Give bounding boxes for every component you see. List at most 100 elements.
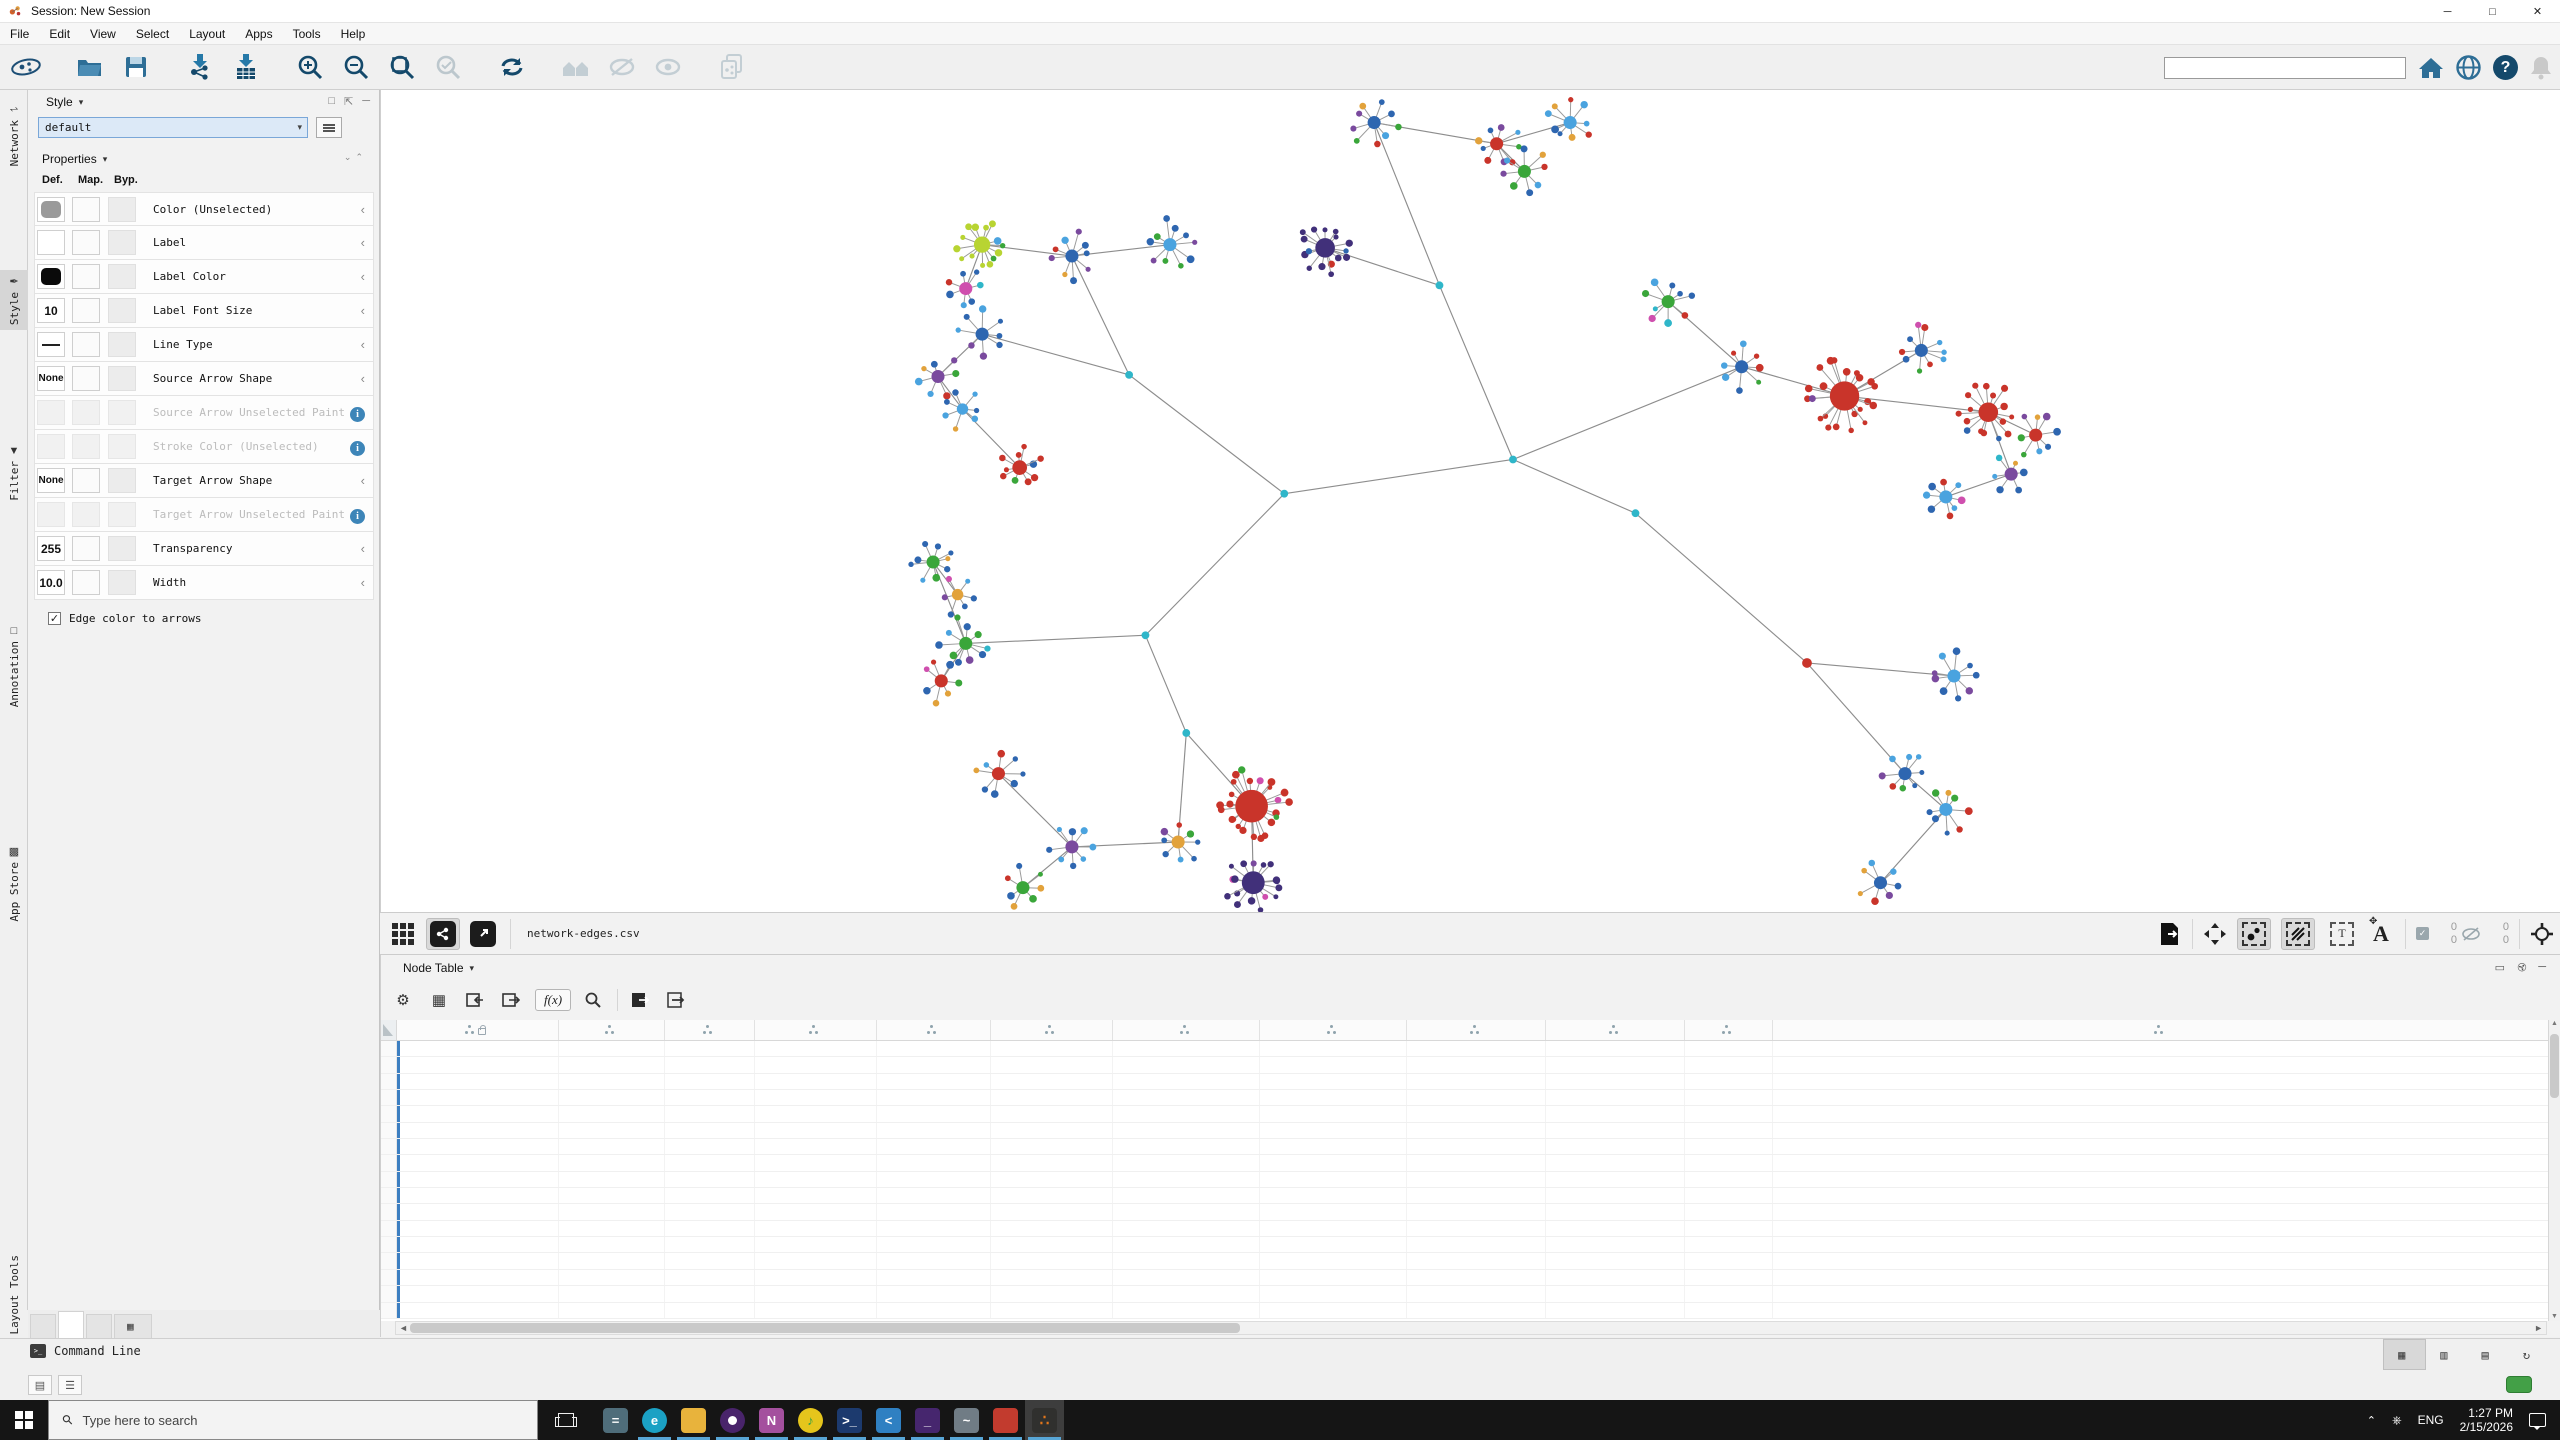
table-cell[interactable] bbox=[877, 1302, 991, 1318]
menu-apps[interactable]: Apps bbox=[235, 23, 282, 45]
table-horizontal-scrollbar[interactable]: ◄ ► bbox=[395, 1321, 2547, 1335]
table-pin-icon[interactable]: ✇ bbox=[2514, 960, 2530, 975]
table-cell[interactable] bbox=[1113, 1073, 1260, 1090]
mapping-cell[interactable] bbox=[72, 400, 100, 425]
table-cell[interactable] bbox=[1407, 1220, 1546, 1237]
task-view-button[interactable] bbox=[546, 1400, 586, 1440]
table-cell[interactable] bbox=[397, 1237, 559, 1253]
table-cell[interactable] bbox=[1773, 1302, 2549, 1318]
minimize-button[interactable]: ─ bbox=[2425, 0, 2470, 23]
table-cell[interactable] bbox=[1407, 1204, 1546, 1220]
table-cell[interactable] bbox=[1773, 1106, 2549, 1122]
table-cell[interactable] bbox=[877, 1041, 991, 1057]
table-cell[interactable] bbox=[1260, 1057, 1407, 1073]
mapping-cell[interactable] bbox=[72, 230, 100, 255]
table-cell[interactable] bbox=[559, 1090, 665, 1106]
taskbar-app-edge-browser[interactable]: e bbox=[635, 1400, 674, 1440]
table-cell[interactable] bbox=[665, 1106, 755, 1122]
sidebar-tab-style[interactable]: ✒ Style bbox=[0, 270, 28, 331]
table-row[interactable] bbox=[381, 1106, 2549, 1123]
style-property-row[interactable]: Source Arrow Unselected Paint i bbox=[34, 396, 374, 430]
table-title-caret-icon[interactable]: ▾ bbox=[470, 963, 475, 974]
table-cell[interactable] bbox=[665, 1155, 755, 1171]
table-cell[interactable] bbox=[1685, 1073, 1773, 1090]
mapping-cell[interactable] bbox=[72, 332, 100, 357]
cytoscape-logo-icon[interactable] bbox=[6, 49, 46, 85]
table-cell[interactable] bbox=[1685, 1237, 1773, 1253]
table-cell[interactable] bbox=[1407, 1073, 1546, 1090]
table-cell[interactable] bbox=[755, 1057, 877, 1073]
row-handle[interactable] bbox=[381, 1204, 397, 1220]
table-row[interactable] bbox=[381, 1122, 2549, 1140]
default-cell[interactable] bbox=[37, 502, 65, 527]
table-cell[interactable] bbox=[755, 1122, 877, 1139]
table-cell[interactable] bbox=[665, 1253, 755, 1269]
sidebar-tab-app-store[interactable]: ▩ App Store bbox=[0, 840, 28, 927]
table-cell[interactable] bbox=[1685, 1155, 1773, 1171]
zoom-out-icon[interactable] bbox=[336, 49, 376, 85]
sidebar-tab-network[interactable]: ⥋ Network bbox=[0, 98, 28, 171]
row-handle[interactable] bbox=[381, 1057, 397, 1073]
table-cell[interactable] bbox=[991, 1057, 1113, 1073]
panel-tab-edge[interactable] bbox=[58, 1311, 84, 1338]
bypass-cell[interactable] bbox=[108, 434, 136, 459]
table-row[interactable] bbox=[381, 1155, 2549, 1172]
table-cell[interactable] bbox=[1260, 1204, 1407, 1220]
table-cell[interactable] bbox=[1546, 1090, 1685, 1106]
column-header-color[interactable] bbox=[665, 1020, 755, 1040]
table-cell[interactable] bbox=[991, 1122, 1113, 1139]
table-cell[interactable] bbox=[1685, 1090, 1773, 1106]
info-icon[interactable]: i bbox=[350, 407, 365, 422]
table-cell[interactable] bbox=[1113, 1220, 1260, 1237]
table-cell[interactable] bbox=[1546, 1139, 1685, 1155]
table-cell[interactable] bbox=[1685, 1286, 1773, 1302]
table-cell[interactable] bbox=[559, 1237, 665, 1253]
taskbar-app-terminal[interactable]: _ bbox=[908, 1400, 947, 1440]
taskbar-app-system-monitor[interactable]: ~ bbox=[947, 1400, 986, 1440]
label-tool-icon[interactable]: A ✥ bbox=[2369, 916, 2395, 949]
table-cell[interactable] bbox=[1773, 1269, 2549, 1286]
select-annotations-icon[interactable]: T bbox=[2325, 918, 2359, 950]
mapping-cell[interactable] bbox=[72, 468, 100, 493]
style-property-row[interactable]: Label Color ‹ bbox=[34, 260, 374, 294]
command-line-tab[interactable]: >_ Command Line bbox=[30, 1344, 141, 1358]
table-cell[interactable] bbox=[991, 1155, 1113, 1171]
table-row[interactable] bbox=[381, 1090, 2549, 1107]
style-selector-dropdown[interactable]: default ▾ bbox=[38, 117, 308, 138]
export-network-icon[interactable] bbox=[2158, 922, 2182, 946]
chevron-left-icon[interactable]: ‹ bbox=[361, 541, 365, 556]
settings-icon[interactable]: ⚙ bbox=[389, 987, 417, 1013]
bypass-cell[interactable] bbox=[108, 332, 136, 357]
column-header-genus[interactable] bbox=[1407, 1020, 1546, 1040]
menu-view[interactable]: View bbox=[80, 23, 126, 45]
table-cell[interactable] bbox=[1113, 1302, 1260, 1318]
table-cell[interactable] bbox=[755, 1253, 877, 1269]
south-tab-edge-table[interactable]: ▥ bbox=[2426, 1339, 2467, 1370]
table-cell[interactable] bbox=[397, 1041, 559, 1057]
column-header-shared-name[interactable] bbox=[397, 1020, 559, 1040]
table-cell[interactable] bbox=[1546, 1220, 1685, 1237]
help-icon[interactable]: ? bbox=[2493, 55, 2518, 80]
table-cell[interactable] bbox=[1685, 1204, 1773, 1220]
south-tab-node-table[interactable]: ▦ bbox=[2383, 1339, 2427, 1370]
home-icon[interactable] bbox=[2418, 56, 2444, 80]
default-cell[interactable] bbox=[37, 264, 65, 289]
table-cell[interactable] bbox=[559, 1286, 665, 1302]
save-session-icon[interactable] bbox=[116, 49, 156, 85]
table-cell[interactable] bbox=[991, 1090, 1113, 1106]
style-options-button[interactable] bbox=[316, 117, 342, 138]
row-handle[interactable] bbox=[381, 1073, 397, 1090]
row-handle[interactable] bbox=[381, 1122, 397, 1139]
table-cell[interactable] bbox=[877, 1122, 991, 1139]
menu-layout[interactable]: Layout bbox=[179, 23, 235, 45]
style-property-row[interactable]: Line Type ‹ bbox=[34, 328, 374, 362]
table-cell[interactable] bbox=[991, 1073, 1113, 1090]
crosshair-icon[interactable] bbox=[2530, 922, 2554, 946]
table-cell[interactable] bbox=[1546, 1302, 1685, 1318]
row-handle[interactable] bbox=[381, 1139, 397, 1155]
table-cell[interactable] bbox=[877, 1090, 991, 1106]
table-cell[interactable] bbox=[755, 1237, 877, 1253]
mapping-cell[interactable] bbox=[72, 264, 100, 289]
taskbar-app-music-app[interactable]: ♪ bbox=[791, 1400, 830, 1440]
default-cell[interactable] bbox=[37, 197, 65, 222]
